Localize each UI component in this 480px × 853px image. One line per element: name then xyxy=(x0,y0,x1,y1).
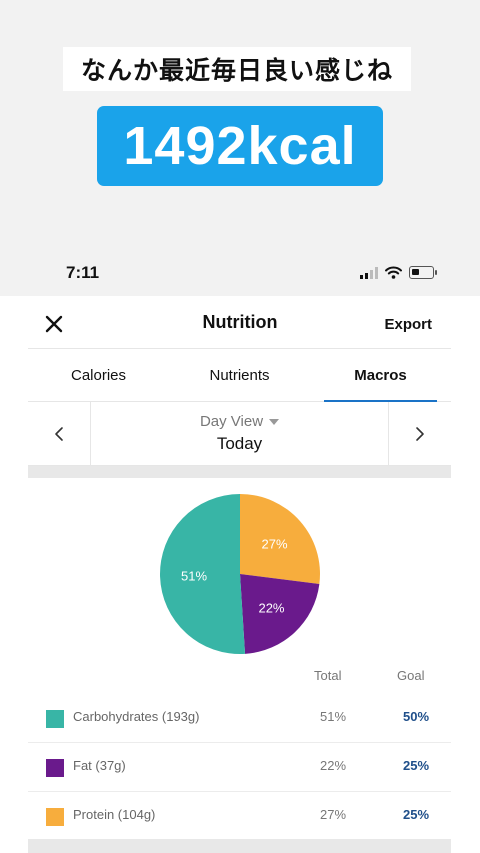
kcal-banner: 1492kcal xyxy=(97,106,383,186)
macro-total: 27% xyxy=(320,807,347,822)
app-header: Nutrition Export xyxy=(0,296,480,348)
tab-calories[interactable]: Calories xyxy=(28,349,169,401)
bottom-divider xyxy=(28,839,451,853)
day-view-dropdown[interactable]: Day View xyxy=(199,413,280,430)
caption-text: なんか最近毎日良い感じね xyxy=(63,47,411,91)
export-button[interactable]: Export xyxy=(384,316,432,333)
color-swatch xyxy=(46,808,64,826)
macro-goal: 25% xyxy=(403,807,430,822)
macro-row-fat: Fat (37g) 22% 25% xyxy=(28,743,451,792)
previous-day-button[interactable] xyxy=(28,402,91,465)
column-headers: Total Goal xyxy=(28,668,451,694)
tab-macros[interactable]: Macros xyxy=(310,349,451,402)
status-icons xyxy=(360,266,437,279)
goal-column-header: Goal xyxy=(397,668,425,683)
status-time: 7:11 xyxy=(66,263,100,282)
section-divider xyxy=(28,466,451,478)
cellular-signal-icon xyxy=(360,266,378,279)
tab-nutrients[interactable]: Nutrients xyxy=(169,349,310,401)
chevron-right-icon xyxy=(416,426,424,441)
pie-chart-svg: 27% 22% 51% xyxy=(159,494,320,654)
macro-total: 22% xyxy=(320,758,347,773)
chevron-left-icon xyxy=(55,426,63,441)
pie-label-protein: 27% xyxy=(261,537,287,552)
macro-row-carbohydrates: Carbohydrates (193g) 51% 50% xyxy=(28,694,451,743)
pie-label-carbohydrates: 51% xyxy=(181,568,207,583)
color-swatch xyxy=(46,759,64,777)
macro-name: Fat (37g) xyxy=(73,758,126,773)
macro-goal: 25% xyxy=(403,758,430,773)
caret-down-icon xyxy=(269,418,280,425)
macro-row-protein: Protein (104g) 27% 25% xyxy=(28,792,451,841)
total-column-header: Total xyxy=(314,668,342,683)
day-navigator: Day View Today xyxy=(28,402,451,466)
nutrition-app: Nutrition Export Calories Nutrients Macr… xyxy=(0,296,480,853)
macro-goal: 50% xyxy=(403,709,430,724)
battery-icon xyxy=(409,266,437,279)
pie-label-fat: 22% xyxy=(258,601,284,616)
color-swatch xyxy=(46,710,64,728)
next-day-button[interactable] xyxy=(388,402,451,465)
day-view-selector[interactable]: Day View Today xyxy=(91,402,388,465)
tab-bar: Calories Nutrients Macros xyxy=(28,348,451,402)
date-label: Today xyxy=(216,434,263,453)
macro-pie-chart: 27% 22% 51% xyxy=(28,478,451,668)
macro-name: Carbohydrates (193g) xyxy=(73,709,200,724)
wifi-icon xyxy=(385,266,402,279)
macro-total: 51% xyxy=(320,709,347,724)
macro-name: Protein (104g) xyxy=(73,807,156,822)
day-view-label: Day View xyxy=(199,413,264,430)
